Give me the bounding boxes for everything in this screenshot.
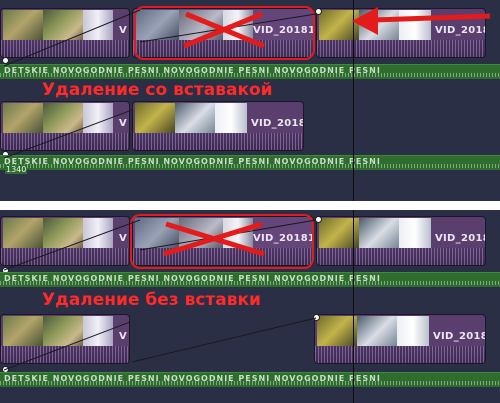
diagonal-line: [3, 109, 133, 159]
arrow-shaft: [371, 13, 491, 23]
panel-divider: [0, 201, 500, 210]
annotation-overlay: [3, 219, 317, 371]
arrow-head: [352, 7, 378, 35]
diagonal-line: [3, 321, 131, 371]
timeline-panel-top: V VID_20181 VID_2018 DETSKIE NOVOGODNIE …: [0, 0, 500, 201]
diagonal-line: [3, 219, 141, 271]
annotation-overlay: [3, 7, 491, 159]
timeline-panel-bottom: V VID_20181 VID_2018 DETSKIE NOVOGODNIE …: [0, 210, 500, 403]
diagonal-line: [3, 9, 141, 67]
diagonal-line: [131, 317, 317, 363]
